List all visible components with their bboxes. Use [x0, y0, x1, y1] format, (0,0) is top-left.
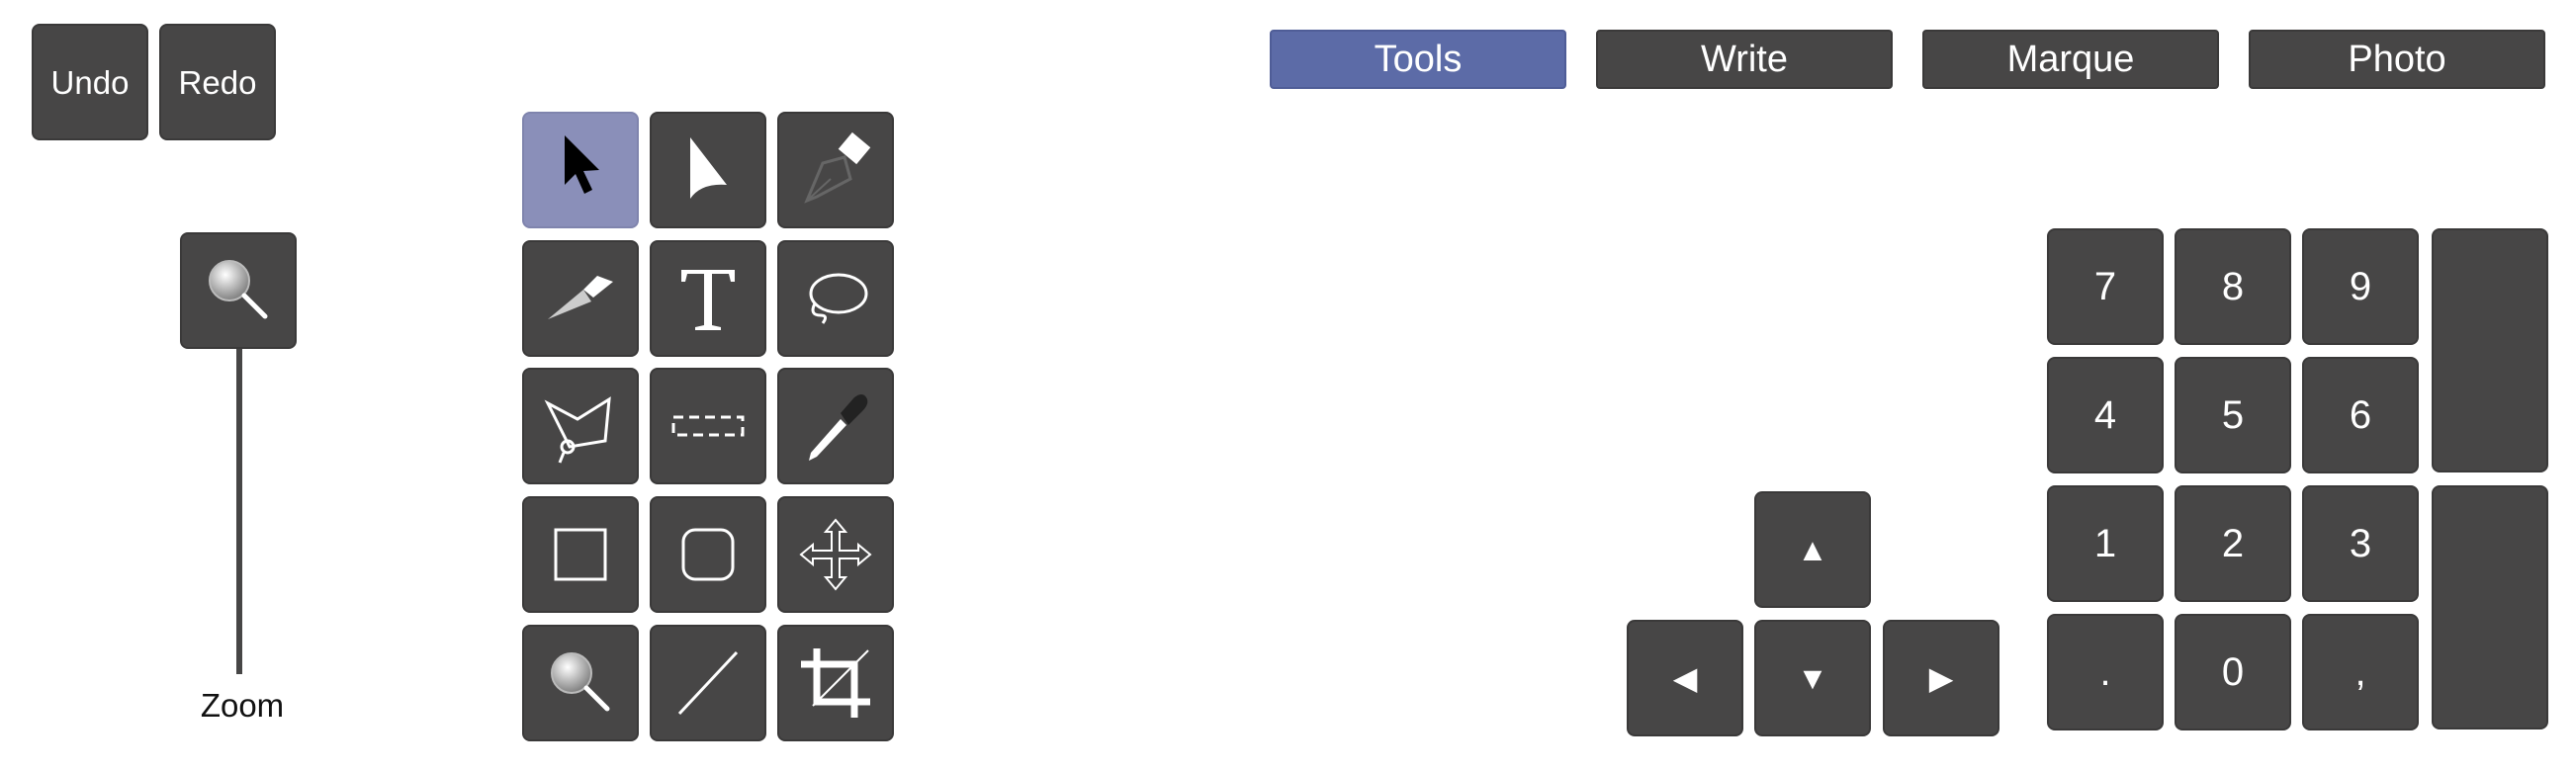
key-4[interactable]: 4 — [2047, 357, 2164, 473]
marquee-icon — [671, 415, 745, 437]
zoom-label: Zoom — [200, 687, 285, 724]
zoom-slider-handle[interactable] — [180, 232, 297, 349]
line-icon — [677, 650, 739, 716]
polygon-lasso-icon — [544, 396, 611, 464]
tab-marque[interactable]: Marque — [1922, 30, 2219, 89]
tool-text[interactable] — [650, 240, 766, 357]
arrow-right-button[interactable]: ▶ — [1883, 620, 1999, 736]
text-icon — [681, 270, 735, 330]
key-7[interactable]: 7 — [2047, 228, 2164, 345]
key-comma[interactable]: , — [2302, 614, 2419, 730]
selection-arrow-icon — [565, 135, 599, 194]
redo-button[interactable]: Redo — [159, 24, 276, 140]
key-decimal-point[interactable]: . — [2047, 614, 2164, 730]
move-icon — [799, 518, 872, 591]
zoom-icon — [551, 652, 610, 712]
knife-icon — [548, 276, 613, 319]
undo-button[interactable]: Undo — [32, 24, 148, 140]
crop-icon — [801, 648, 870, 718]
key-6[interactable]: 6 — [2302, 357, 2419, 473]
tool-knife[interactable] — [522, 240, 639, 357]
key-9[interactable]: 9 — [2302, 228, 2419, 345]
tool-polygon-lasso[interactable] — [522, 368, 639, 484]
tool-line[interactable] — [650, 625, 766, 741]
tab-write[interactable]: Write — [1596, 30, 1893, 89]
key-0[interactable]: 0 — [2175, 614, 2291, 730]
arrow-down-button[interactable]: ▼ — [1754, 620, 1871, 736]
tab-photo[interactable]: Photo — [2249, 30, 2545, 89]
keypad-tall-key-top[interactable] — [2432, 228, 2548, 472]
tool-move[interactable] — [777, 496, 894, 613]
pen-nib-icon — [804, 131, 871, 204]
eyedropper-icon — [809, 394, 868, 461]
tool-eyedropper[interactable] — [777, 368, 894, 484]
arrow-left-button[interactable]: ◀ — [1627, 620, 1743, 736]
direct-selection-icon — [690, 137, 727, 199]
tab-tools[interactable]: Tools — [1270, 30, 1566, 89]
tool-marquee[interactable] — [650, 368, 766, 484]
tool-lasso[interactable] — [777, 240, 894, 357]
tool-selection[interactable] — [522, 112, 639, 228]
keypad-tall-key-bottom[interactable] — [2432, 485, 2548, 729]
key-2[interactable]: 2 — [2175, 485, 2291, 602]
key-3[interactable]: 3 — [2302, 485, 2419, 602]
key-1[interactable]: 1 — [2047, 485, 2164, 602]
key-8[interactable]: 8 — [2175, 228, 2291, 345]
tool-crop[interactable] — [777, 625, 894, 741]
tool-rectangle[interactable] — [522, 496, 639, 613]
key-5[interactable]: 5 — [2175, 357, 2291, 473]
tool-direct-selection[interactable] — [650, 112, 766, 228]
arrow-up-button[interactable]: ▲ — [1754, 491, 1871, 608]
rounded-rectangle-icon — [681, 528, 735, 581]
magnifier-icon — [209, 260, 268, 319]
zoom-slider-track[interactable] — [236, 346, 242, 674]
lasso-icon — [809, 273, 868, 324]
tool-zoom[interactable] — [522, 625, 639, 741]
rectangle-icon — [554, 528, 607, 581]
tool-rounded-rectangle[interactable] — [650, 496, 766, 613]
tool-pen[interactable] — [777, 112, 894, 228]
